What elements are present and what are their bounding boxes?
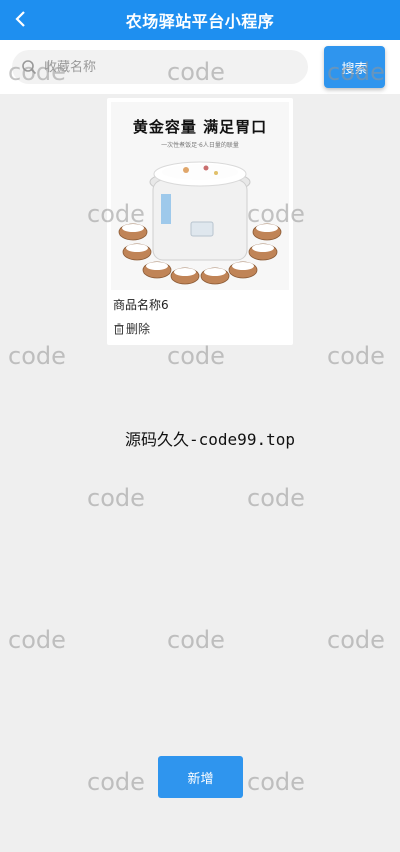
watermark: code xyxy=(247,484,305,512)
back-arrow-icon xyxy=(15,11,25,27)
search-input[interactable] xyxy=(44,59,294,75)
delete-button[interactable]: 删除 xyxy=(113,320,150,337)
product-card[interactable]: 黄金容量 满足胃口 一次性煮饭足·6人日量的联量 商品名称6 删除 xyxy=(107,98,293,345)
watermark: code xyxy=(247,768,305,796)
trash-icon xyxy=(114,323,124,334)
header-bar: 农场驿站平台小程序 xyxy=(0,0,400,40)
rice-cooker-illustration xyxy=(118,161,282,285)
back-button[interactable] xyxy=(6,4,36,34)
product-image[interactable]: 黄金容量 满足胃口 一次性煮饭足·6人日量的联量 xyxy=(111,102,289,290)
watermark: code xyxy=(8,342,66,370)
page-title: 农场驿站平台小程序 xyxy=(125,12,275,31)
search-button[interactable]: 搜索 xyxy=(324,46,385,88)
search-icon xyxy=(20,58,38,76)
search-box xyxy=(12,50,308,84)
add-button[interactable]: 新增 xyxy=(158,756,243,798)
watermark: code xyxy=(167,626,225,654)
watermark: code xyxy=(327,342,385,370)
watermark: code xyxy=(167,342,225,370)
footer-text: 源码久久-code99.top xyxy=(125,430,295,449)
product-name: 商品名称6 xyxy=(113,298,169,312)
watermark: code xyxy=(8,626,66,654)
watermark: code xyxy=(327,626,385,654)
search-bar: 搜索 xyxy=(0,40,400,94)
watermark: code xyxy=(87,484,145,512)
watermark: code xyxy=(87,768,145,796)
delete-label: 删除 xyxy=(126,322,151,336)
